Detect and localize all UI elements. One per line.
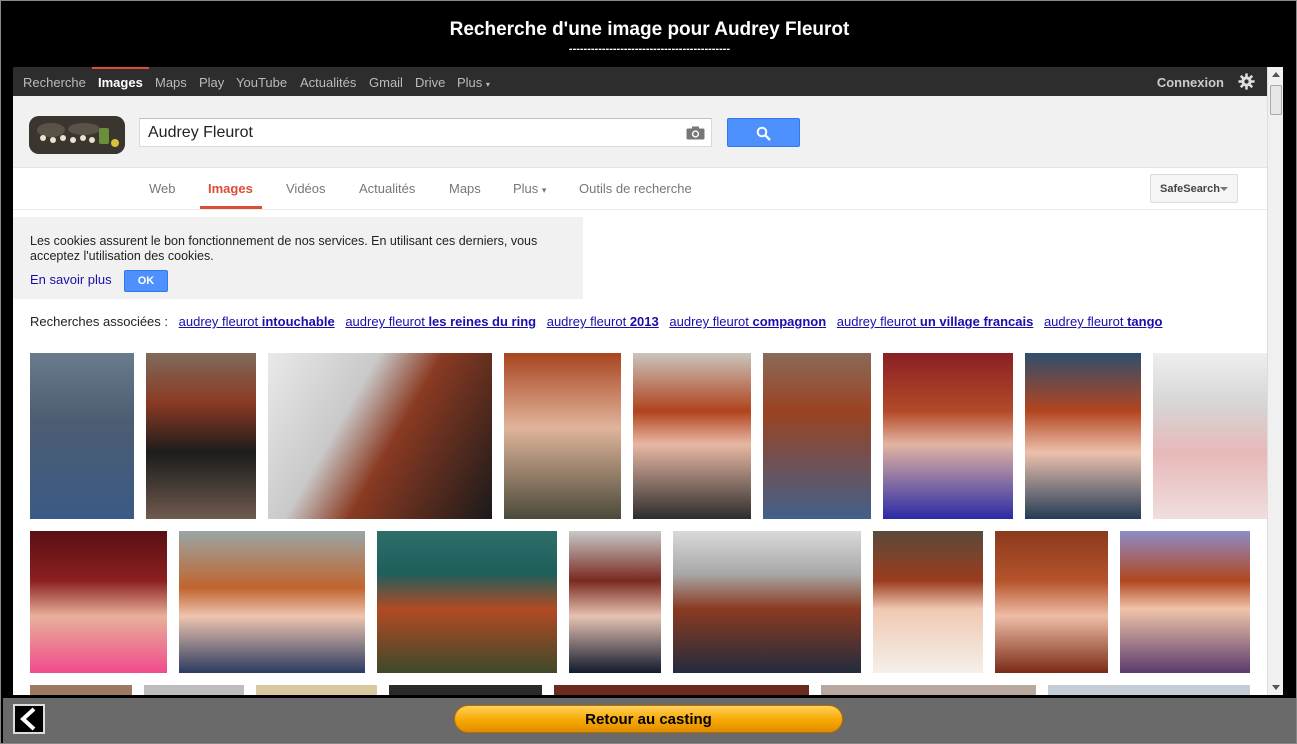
- title-underline: ----------------------------------------…: [568, 43, 731, 55]
- related-search-link[interactable]: audrey fleurot les reines du ring: [345, 314, 536, 329]
- image-result-thumbnail[interactable]: [673, 531, 861, 673]
- gbar-item-recherche[interactable]: Recherche: [23, 75, 86, 90]
- search-button[interactable]: [727, 118, 800, 147]
- image-result-thumbnail[interactable]: [256, 685, 377, 695]
- related-search-link[interactable]: audrey fleurot 2013: [547, 314, 659, 329]
- tab-images[interactable]: Images: [208, 181, 253, 196]
- related-term: un village francais: [919, 314, 1034, 329]
- back-to-casting-button[interactable]: Retour au casting: [454, 705, 843, 733]
- image-result-thumbnail[interactable]: [389, 685, 542, 695]
- image-result-thumbnail[interactable]: [554, 685, 809, 695]
- search-header: Audrey Fleurot: [13, 96, 1267, 168]
- tab-web[interactable]: Web: [149, 181, 176, 196]
- bottom-bar: Retour au casting: [3, 698, 1296, 743]
- search-input-value: Audrey Fleurot: [148, 124, 253, 141]
- gbar-item-actualites[interactable]: Actualités: [300, 75, 356, 90]
- related-term: 2013: [629, 314, 659, 329]
- google-doodle-logo[interactable]: [29, 116, 125, 154]
- image-result-thumbnail[interactable]: [268, 353, 492, 519]
- cookie-text: Les cookies assurent le bon fonctionneme…: [30, 234, 538, 263]
- image-result-thumbnail[interactable]: [763, 353, 871, 519]
- related-term: tango: [1127, 314, 1163, 329]
- image-result-thumbnail[interactable]: [30, 353, 134, 519]
- cookie-learn-more-link[interactable]: En savoir plus: [30, 272, 112, 287]
- related-prefix: audrey fleurot: [1043, 314, 1128, 329]
- chevron-down-icon: ▾: [541, 185, 547, 195]
- chevron-down-icon: ▾: [485, 80, 490, 89]
- image-result-thumbnail[interactable]: [1048, 685, 1250, 695]
- related-search-link[interactable]: audrey fleurot un village francais: [837, 314, 1034, 329]
- image-result-thumbnail[interactable]: [633, 353, 751, 519]
- image-result-thumbnail[interactable]: [569, 531, 661, 673]
- gbar-item-gmail[interactable]: Gmail: [369, 75, 403, 90]
- cookie-ok-button[interactable]: OK: [124, 270, 168, 292]
- search-type-tabs: Web Images Vidéos Actualités Maps Plus ▾…: [13, 168, 1267, 210]
- title-bar: Recherche d'une image pour Audrey Fleuro…: [3, 3, 1296, 67]
- image-result-thumbnail[interactable]: [1153, 353, 1267, 519]
- tab-plus[interactable]: Plus ▾: [513, 181, 546, 196]
- app-window: Recherche d'une image pour Audrey Fleuro…: [0, 0, 1297, 744]
- image-result-thumbnail[interactable]: [179, 531, 365, 673]
- related-searches: Recherches associées : audrey fleurot in…: [30, 314, 1162, 329]
- image-result-thumbnail[interactable]: [873, 531, 983, 673]
- signin-link[interactable]: Connexion: [1157, 75, 1224, 90]
- related-search-link[interactable]: audrey fleurot compagnon: [669, 314, 826, 329]
- safesearch-label: SafeSearch: [1160, 183, 1220, 195]
- image-result-thumbnail[interactable]: [995, 531, 1108, 673]
- scrollbar-thumb[interactable]: [1270, 85, 1282, 115]
- image-result-thumbnail[interactable]: [377, 531, 557, 673]
- chevron-down-icon: [1220, 187, 1228, 191]
- back-arrow-icon: [20, 707, 36, 731]
- search-input[interactable]: Audrey Fleurot: [139, 118, 712, 147]
- related-prefix: audrey fleurot: [836, 314, 920, 329]
- image-result-thumbnail[interactable]: [504, 353, 621, 519]
- gear-icon[interactable]: [1238, 73, 1255, 90]
- image-result-thumbnail[interactable]: [821, 685, 1036, 695]
- vertical-scrollbar[interactable]: [1267, 67, 1283, 695]
- cookie-notice: Les cookies assurent le bon fonctionneme…: [13, 217, 583, 299]
- related-prefix: audrey fleurot: [178, 314, 262, 329]
- tab-videos[interactable]: Vidéos: [286, 181, 326, 196]
- gbar-plus-label: Plus: [457, 75, 483, 90]
- image-result-thumbnail[interactable]: [30, 685, 132, 695]
- window-title: Recherche d'une image pour Audrey Fleuro…: [449, 19, 850, 40]
- tab-plus-label: Plus: [513, 181, 539, 196]
- gbar-item-maps[interactable]: Maps: [155, 75, 187, 90]
- image-result-thumbnail[interactable]: [146, 353, 256, 519]
- related-prefix: audrey fleurot: [345, 314, 429, 329]
- image-result-thumbnail[interactable]: [1025, 353, 1141, 519]
- scroll-down-arrow-icon[interactable]: [1268, 679, 1284, 695]
- related-search-link[interactable]: audrey fleurot intouchable: [179, 314, 335, 329]
- related-searches-label: Recherches associées :: [30, 314, 169, 329]
- gbar-item-plus[interactable]: Plus ▾: [457, 75, 490, 90]
- related-term: compagnon: [752, 314, 827, 329]
- camera-icon[interactable]: [686, 126, 705, 140]
- related-prefix: audrey fleurot: [546, 314, 630, 329]
- google-bar: Recherche Images Maps Play YouTube Actua…: [13, 67, 1267, 96]
- gbar-item-youtube[interactable]: YouTube: [236, 75, 287, 90]
- back-button[interactable]: [13, 704, 45, 734]
- related-term: les reines du ring: [428, 314, 537, 329]
- related-prefix: audrey fleurot: [669, 314, 753, 329]
- scroll-up-arrow-icon[interactable]: [1268, 67, 1284, 83]
- tab-actualites[interactable]: Actualités: [359, 181, 415, 196]
- safesearch-button[interactable]: SafeSearch: [1150, 174, 1238, 203]
- related-term: intouchable: [261, 314, 335, 329]
- tab-maps[interactable]: Maps: [449, 181, 481, 196]
- image-result-thumbnail[interactable]: [144, 685, 244, 695]
- image-result-thumbnail[interactable]: [883, 353, 1013, 519]
- browser-viewport: Recherche Images Maps Play YouTube Actua…: [13, 67, 1267, 695]
- image-result-thumbnail[interactable]: [30, 531, 167, 673]
- tab-search-tools[interactable]: Outils de recherche: [579, 181, 692, 196]
- gbar-item-drive[interactable]: Drive: [415, 75, 445, 90]
- gbar-item-images[interactable]: Images: [98, 75, 143, 90]
- related-search-link[interactable]: audrey fleurot tango: [1044, 314, 1163, 329]
- image-result-thumbnail[interactable]: [1120, 531, 1250, 673]
- gbar-item-play[interactable]: Play: [199, 75, 224, 90]
- search-icon: [756, 126, 771, 141]
- gbar-active-indicator: [92, 67, 149, 69]
- active-tab-indicator: [200, 206, 262, 209]
